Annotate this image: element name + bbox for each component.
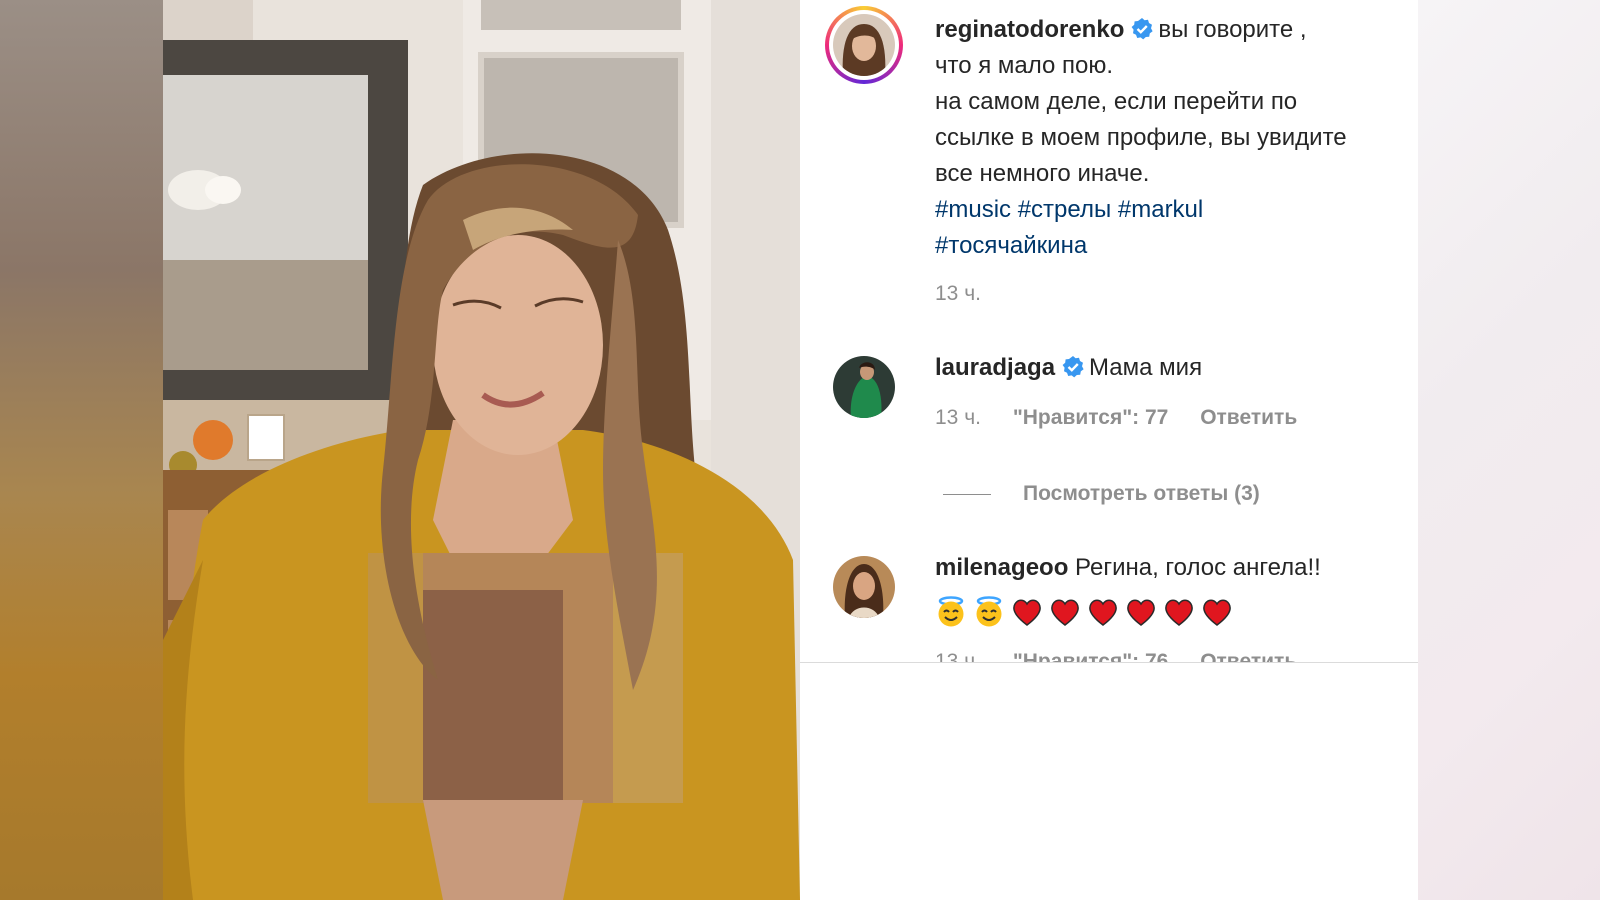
comment-timestamp[interactable]: 13 ч. <box>935 406 981 429</box>
author-avatar[interactable] <box>833 14 895 76</box>
reply-button[interactable]: Ответить <box>1200 650 1297 662</box>
author-story-ring[interactable] <box>825 6 903 84</box>
blurred-background-right <box>1418 0 1600 900</box>
caption-timestamp[interactable]: 13 ч. <box>935 282 981 305</box>
screen: reginatodorenko вы говорите , что я мало … <box>0 0 1600 900</box>
reply-button[interactable]: Ответить <box>1200 406 1297 429</box>
comment-likes-count[interactable]: "Нравится": 76 <box>1013 650 1169 662</box>
caption-line-1: вы говорите , <box>1158 16 1307 43</box>
comment-timestamp[interactable]: 13 ч. <box>935 650 981 662</box>
red-heart-icon <box>1087 596 1119 628</box>
smiling-face-with-halo-icon <box>935 596 967 628</box>
hashtag-tosyachaykina[interactable]: #тосячайкина <box>935 232 1087 259</box>
comment-meta: 13 ч. "Нравится": 77 Ответить <box>935 406 1323 430</box>
caption-line-4: ссылке в моем профиле, вы увидите <box>935 124 1347 151</box>
smiling-face-with-halo-icon <box>973 596 1005 628</box>
comment-body: Мама мия <box>1089 354 1203 381</box>
comment-username[interactable]: milenageoo <box>935 554 1068 581</box>
comment-meta: 13 ч. "Нравится": 76 Ответить <box>935 650 1323 662</box>
post-details-panel: reginatodorenko вы говорите , что я мало … <box>800 0 1418 900</box>
comments-divider <box>800 662 1418 663</box>
commenter-avatar[interactable] <box>833 556 895 618</box>
post-video[interactable] <box>163 0 800 900</box>
comment-likes-count[interactable]: "Нравится": 77 <box>1013 406 1169 429</box>
comment-body: Регина, голос ангела!! <box>1075 554 1321 581</box>
red-heart-icon <box>1163 596 1195 628</box>
comment-text: milenageoo Регина, голос ангела!! <box>935 550 1405 586</box>
view-replies-label: Посмотреть ответы (3) <box>1023 482 1260 505</box>
hashtag-markul[interactable]: #markul <box>1118 196 1203 223</box>
hashtag-music[interactable]: #music <box>935 196 1011 223</box>
comments-list[interactable]: reginatodorenko вы говорите , что я мало … <box>800 0 1418 662</box>
comment-username[interactable]: lauradjaga <box>935 354 1055 381</box>
caption-line-5: все немного иначе. <box>935 160 1150 187</box>
caption-line-2: что я мало пою. <box>935 52 1114 79</box>
video-frame-image <box>163 0 800 900</box>
commenter-avatar[interactable] <box>833 356 895 418</box>
red-heart-icon <box>1125 596 1157 628</box>
red-heart-icon <box>1201 596 1233 628</box>
caption-username[interactable]: reginatodorenko <box>935 16 1124 43</box>
view-replies-button[interactable]: Посмотреть ответы (3) <box>943 482 1260 506</box>
caption-line-3: на самом деле, если перейти по <box>935 88 1298 115</box>
replies-divider-line <box>943 493 991 495</box>
comment-text: lauradjaga Мама мия <box>935 350 1405 386</box>
verified-badge-icon <box>1061 354 1085 378</box>
verified-badge-icon <box>1130 16 1154 40</box>
hashtag-strely[interactable]: #стрелы <box>1018 196 1112 223</box>
blurred-background-left <box>0 0 163 900</box>
red-heart-icon <box>1049 596 1081 628</box>
comment-emojis <box>935 596 1239 628</box>
caption-meta: 13 ч. <box>935 282 1007 306</box>
caption-text: reginatodorenko вы говорите , что я мало … <box>935 12 1405 264</box>
red-heart-icon <box>1011 596 1043 628</box>
